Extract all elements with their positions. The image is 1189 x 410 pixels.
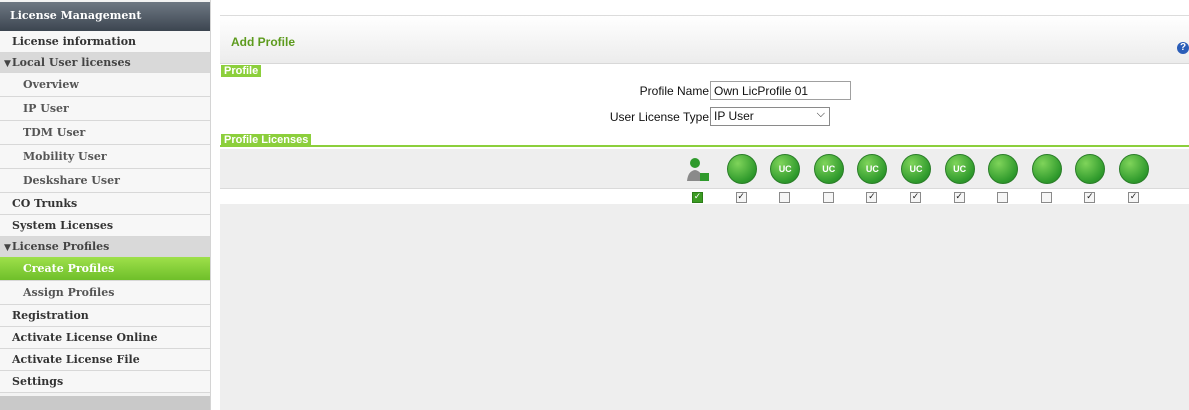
device-icon	[1075, 154, 1106, 184]
uc-mobile-icon: UC	[813, 154, 844, 184]
sidebar-item-assign-profiles[interactable]: Assign Profiles	[0, 281, 210, 305]
license-checkbox[interactable]: ✓	[953, 192, 965, 203]
license-checkbox[interactable]: ✓	[866, 192, 878, 203]
uc-user-icon: UC	[857, 154, 888, 184]
sidebar-item-label: IP User	[23, 102, 69, 115]
sidebar-item-label: Activate License File	[12, 353, 140, 366]
sidebar-item-activate-license-file[interactable]: Activate License File	[0, 349, 210, 371]
headset-icon	[988, 154, 1019, 184]
license-checkbox[interactable]: ✓	[1128, 192, 1139, 203]
profile-name-label: Profile Name	[639, 84, 709, 98]
uc-desktop-icon: UC	[901, 154, 931, 184]
user-uc-icon	[726, 154, 757, 184]
sidebar-item-label: Activate License Online	[12, 331, 158, 344]
sidebar-item-label: TDM User	[23, 126, 86, 139]
sidebar-item-label: Create Profiles	[23, 262, 115, 275]
sidebar-item-label: License information	[12, 35, 137, 48]
profile-name-row: Profile Name	[220, 81, 1189, 101]
sidebar-title: License Management	[0, 2, 210, 31]
fax-icon	[1119, 154, 1149, 184]
uc-smart-icon: UC	[770, 154, 801, 184]
license-checkbox[interactable]: ✓	[910, 192, 921, 203]
sidebar-section-license-profiles[interactable]: ▼License Profiles	[0, 237, 210, 257]
license-checkbox[interactable]	[997, 192, 1009, 203]
section-divider	[220, 145, 1189, 147]
sidebar-item-label: CO Trunks	[12, 197, 78, 210]
user-license-type-value: IP User	[714, 109, 754, 123]
sidebar-item-label: Assign Profiles	[23, 286, 115, 299]
license-checkbox[interactable]	[1040, 192, 1052, 203]
sidebar-item-label: Registration	[12, 309, 89, 322]
profile-name-field[interactable]	[710, 81, 851, 100]
sidebar-section-local-user-licenses[interactable]: ▼Local User licenses	[0, 53, 210, 73]
license-checkbox: ✓	[692, 192, 703, 203]
sidebar-item-overview[interactable]: Overview	[0, 73, 210, 97]
user-license-icon	[683, 154, 713, 184]
license-checkbox[interactable]: ✓	[1084, 192, 1096, 203]
main-content: Add Profile ? Profile Profile Name User …	[220, 15, 1189, 410]
sidebar-item-deskshare-user[interactable]: Deskshare User	[0, 169, 210, 193]
sidebar-item-license-information[interactable]: License information	[0, 31, 210, 53]
triangle-down-icon: ▼	[4, 59, 11, 69]
license-icons-row: UC UC UC UC UC	[220, 149, 1189, 189]
sidebar-item-settings[interactable]: Settings	[0, 371, 210, 393]
profile-licenses-section: Profile Licenses UC UC UC UC UC ✓ ✓ ✓ ✓ ✓ ✓ ✓	[220, 132, 1189, 212]
sidebar-item-activate-license-online[interactable]: Activate License Online	[0, 327, 210, 349]
sidebar-item-label: Overview	[23, 78, 79, 91]
triangle-down-icon: ▼	[4, 243, 11, 253]
sidebar-section-label: License Profiles	[11, 240, 110, 253]
sidebar-item-create-profiles[interactable]: Create Profiles	[0, 257, 210, 281]
section-title-profile-licenses: Profile Licenses	[221, 134, 312, 147]
user-license-type-label: User License Type	[609, 110, 709, 124]
chevron-down-icon: ⌵	[816, 108, 825, 120]
agent-icon	[1031, 154, 1062, 184]
uc-conference-icon: UC	[944, 154, 975, 184]
page-header: Add Profile ?	[220, 15, 1189, 64]
license-checkbox[interactable]	[822, 192, 834, 203]
sidebar-footer	[0, 396, 210, 410]
sidebar-item-registration[interactable]: Registration	[0, 305, 210, 327]
sidebar: License Management License information ▼…	[0, 0, 211, 410]
content-background	[220, 204, 1189, 410]
question-circle-icon[interactable]: ?	[1177, 42, 1189, 54]
sidebar-item-label: Deskshare User	[23, 174, 120, 187]
license-checkbox[interactable]	[779, 192, 791, 203]
sidebar-item-mobility-user[interactable]: Mobility User	[0, 145, 210, 169]
profile-section: Profile Name User License Type IP User ⌵	[220, 77, 1189, 132]
sidebar-section-label: Local User licenses	[11, 56, 131, 69]
sidebar-item-label: System Licenses	[12, 219, 114, 232]
license-checkbox[interactable]: ✓	[735, 192, 747, 203]
user-license-type-select[interactable]: IP User ⌵	[710, 107, 830, 126]
sidebar-item-system-licenses[interactable]: System Licenses	[0, 215, 210, 237]
sidebar-item-ip-user[interactable]: IP User	[0, 97, 210, 121]
sidebar-item-label: Settings	[12, 375, 64, 388]
sidebar-item-label: Mobility User	[23, 150, 107, 163]
sidebar-item-tdm-user[interactable]: TDM User	[0, 121, 210, 145]
page-title: Add Profile	[231, 35, 296, 49]
user-license-type-row: User License Type IP User ⌵	[220, 107, 1189, 127]
sidebar-item-co-trunks[interactable]: CO Trunks	[0, 193, 210, 215]
